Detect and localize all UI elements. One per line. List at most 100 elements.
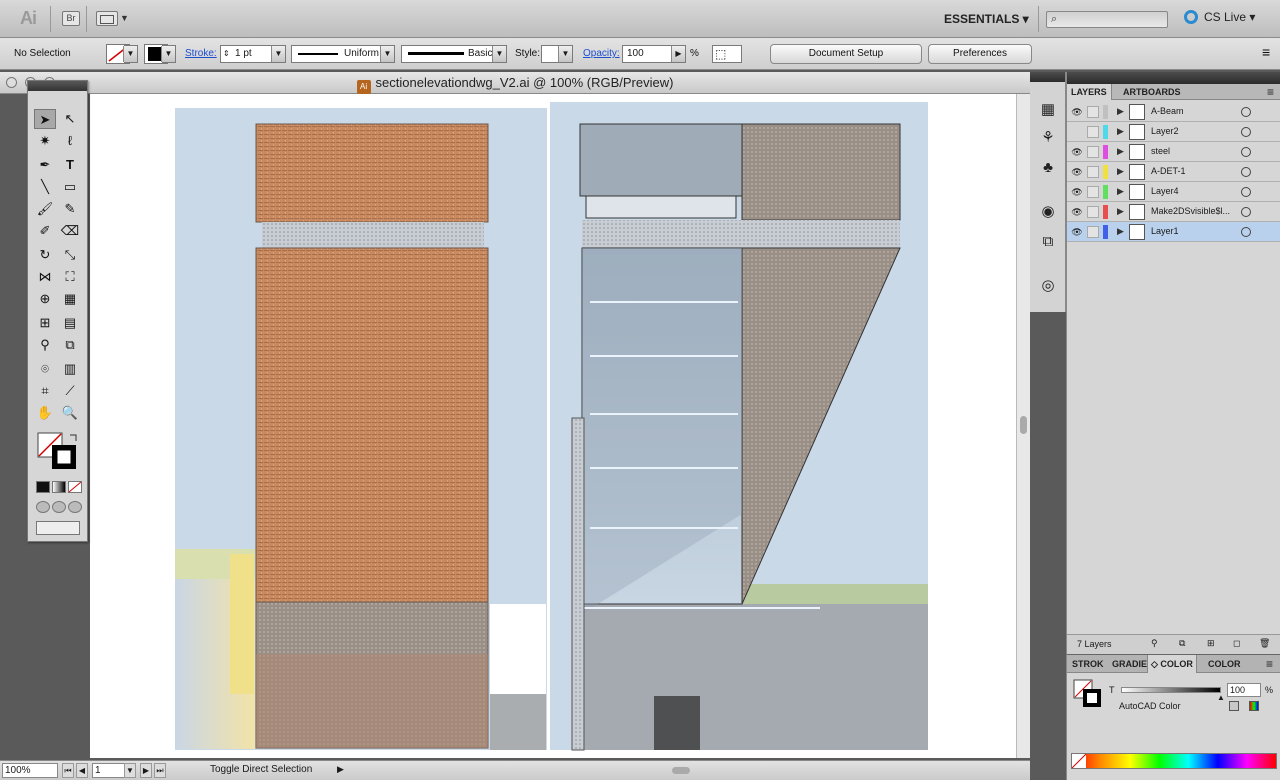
tab-stroke[interactable]: STROK xyxy=(1069,655,1107,673)
screen-mode-icon[interactable] xyxy=(36,521,80,535)
none-mode-icon[interactable] xyxy=(68,481,82,493)
line-tool-icon[interactable]: ╲ xyxy=(34,177,56,197)
vertical-scrollbar[interactable] xyxy=(1016,94,1030,758)
transparency-icon[interactable]: ◎ xyxy=(1038,276,1058,296)
hand-tool-icon[interactable]: ✋ xyxy=(34,403,56,423)
stroke-weight-field[interactable]: ⇕ 1 pt ▼ xyxy=(220,45,286,63)
tab-color[interactable]: ◇ COLOR xyxy=(1147,655,1197,673)
brushes-icon[interactable]: ⚘ xyxy=(1038,128,1058,148)
trash-icon[interactable]: 🗑 xyxy=(1259,638,1270,649)
layer-row[interactable]: 👁 ▶ Make2DSvisible$l... xyxy=(1067,202,1280,222)
color-mode-icon[interactable] xyxy=(36,481,50,493)
target-icon[interactable] xyxy=(1241,227,1251,237)
section-elevation-artwork[interactable] xyxy=(90,94,1016,758)
tools-panel-header[interactable] xyxy=(28,81,87,91)
expand-triangle-icon[interactable]: ▶ xyxy=(1117,126,1124,137)
expand-triangle-icon[interactable]: ▶ xyxy=(1117,166,1124,177)
horizontal-scroll-thumb[interactable] xyxy=(672,767,690,774)
layers-panel-header[interactable] xyxy=(1067,72,1280,84)
scale-tool-icon[interactable]: ⤡ xyxy=(59,245,81,265)
mesh-tool-icon[interactable]: ⊞ xyxy=(34,313,56,333)
appearance-icon[interactable]: ◉ xyxy=(1038,202,1058,222)
direct-selection-tool-icon[interactable]: ↖ xyxy=(59,109,81,129)
none-color-icon[interactable] xyxy=(1072,754,1086,768)
new-sublayer-icon[interactable]: ⊞ xyxy=(1207,638,1215,649)
column-graph-tool-icon[interactable]: ▥ xyxy=(59,359,81,379)
draw-behind-icon[interactable] xyxy=(52,501,66,513)
target-icon[interactable] xyxy=(1241,107,1251,117)
lock-toggle[interactable] xyxy=(1087,226,1099,238)
blend-tool-icon[interactable]: ⧉ xyxy=(59,335,81,355)
selection-options-button[interactable]: ⬚ xyxy=(712,45,742,63)
layer-name[interactable]: A-DET-1 xyxy=(1151,166,1186,176)
layer-name[interactable]: A-Beam xyxy=(1151,106,1184,116)
visibility-eye-icon[interactable]: 👁 xyxy=(1071,206,1083,218)
locate-object-icon[interactable]: ⚲ xyxy=(1151,638,1158,649)
magic-wand-tool-icon[interactable]: ✷ xyxy=(34,131,56,151)
stroke-dropdown[interactable]: ▼ xyxy=(161,45,176,63)
first-artboard-button[interactable]: ⏮ xyxy=(62,763,74,778)
next-artboard-button[interactable]: ▶ xyxy=(140,763,152,778)
slider-handle-icon[interactable]: ▲ xyxy=(1217,693,1225,702)
zoom-tool-icon[interactable]: 🔍 xyxy=(59,403,81,423)
draw-inside-icon[interactable] xyxy=(68,501,82,513)
paintbrush-tool-icon[interactable]: 🖌 xyxy=(34,199,56,219)
cs-live-button[interactable]: CS Live ▾ xyxy=(1184,10,1255,24)
preferences-button[interactable]: Preferences xyxy=(928,44,1032,64)
tint-value-field[interactable]: 100 xyxy=(1227,683,1261,697)
visibility-eye-icon[interactable]: 👁 xyxy=(1071,146,1083,158)
lasso-tool-icon[interactable]: ℓ xyxy=(59,131,81,151)
layer-row[interactable]: 👁 ▶ A-DET-1 xyxy=(1067,162,1280,182)
graphic-style-dropdown[interactable]: ▼ xyxy=(541,45,573,63)
selection-tool-icon[interactable]: ➤ xyxy=(34,109,56,129)
gradient-mode-icon[interactable] xyxy=(52,481,66,493)
lock-toggle[interactable] xyxy=(1087,106,1099,118)
target-icon[interactable] xyxy=(1241,167,1251,177)
fill-stroke-selector[interactable] xyxy=(36,431,80,473)
symbol-sprayer-tool-icon[interactable]: ⌾ xyxy=(34,359,56,379)
rotate-tool-icon[interactable]: ↻ xyxy=(34,245,56,265)
layer-name[interactable]: Make2DSvisible$l... xyxy=(1151,206,1230,216)
slice-tool-icon[interactable]: ⟋ xyxy=(59,381,81,401)
draw-normal-icon[interactable] xyxy=(36,501,50,513)
web-safe-icon[interactable] xyxy=(1249,701,1259,711)
clipping-mask-icon[interactable]: ⧉ xyxy=(1179,638,1185,649)
workspace-switcher[interactable]: ESSENTIALS ▾ xyxy=(944,12,1029,26)
layer-row[interactable]: 👁 ▶ steel xyxy=(1067,142,1280,162)
eraser-tool-icon[interactable]: ⌫ xyxy=(59,221,81,241)
tab-color-guide[interactable]: COLOR xyxy=(1205,655,1244,673)
graphic-styles-icon[interactable]: ⧉ xyxy=(1038,232,1058,252)
bridge-button[interactable]: Br xyxy=(62,11,80,26)
tab-layers[interactable]: LAYERS xyxy=(1067,84,1112,100)
target-icon[interactable] xyxy=(1241,207,1251,217)
dock-header[interactable] xyxy=(1030,72,1065,82)
visibility-eye-icon[interactable]: 👁 xyxy=(1071,226,1083,238)
expand-triangle-icon[interactable]: ▶ xyxy=(1117,226,1124,237)
expand-triangle-icon[interactable]: ▶ xyxy=(1117,146,1124,157)
tab-gradient[interactable]: GRADIE xyxy=(1109,655,1150,673)
layer-name[interactable]: Layer4 xyxy=(1151,186,1179,196)
scroll-thumb[interactable] xyxy=(1020,416,1027,434)
previous-artboard-button[interactable]: ◀ xyxy=(76,763,88,778)
visibility-eye-icon[interactable]: 👁 xyxy=(1071,186,1083,198)
document-setup-button[interactable]: Document Setup xyxy=(770,44,922,64)
swatches-icon[interactable]: ▦ xyxy=(1038,100,1058,120)
pen-tool-icon[interactable]: ✒ xyxy=(34,155,56,175)
lock-toggle[interactable] xyxy=(1087,146,1099,158)
eyedropper-tool-icon[interactable]: ⚲ xyxy=(34,335,56,355)
help-search-input[interactable]: ⌕ xyxy=(1046,11,1168,28)
panel-menu-icon[interactable]: ≡ xyxy=(1263,655,1276,673)
opacity-field[interactable]: 100 ▶ xyxy=(622,45,686,63)
target-icon[interactable] xyxy=(1241,147,1251,157)
target-icon[interactable] xyxy=(1241,187,1251,197)
expand-triangle-icon[interactable]: ▶ xyxy=(1117,186,1124,197)
lock-toggle[interactable] xyxy=(1087,206,1099,218)
target-icon[interactable] xyxy=(1241,127,1251,137)
color-spectrum-bar[interactable] xyxy=(1071,753,1277,769)
symbols-icon[interactable]: ♣ xyxy=(1038,158,1058,178)
layer-name[interactable]: Layer1 xyxy=(1151,226,1179,236)
layer-row[interactable]: ▶ Layer2 xyxy=(1067,122,1280,142)
tint-slider[interactable] xyxy=(1121,687,1221,693)
artboard-canvas[interactable] xyxy=(90,94,1016,758)
last-artboard-button[interactable]: ⏭ xyxy=(154,763,166,778)
